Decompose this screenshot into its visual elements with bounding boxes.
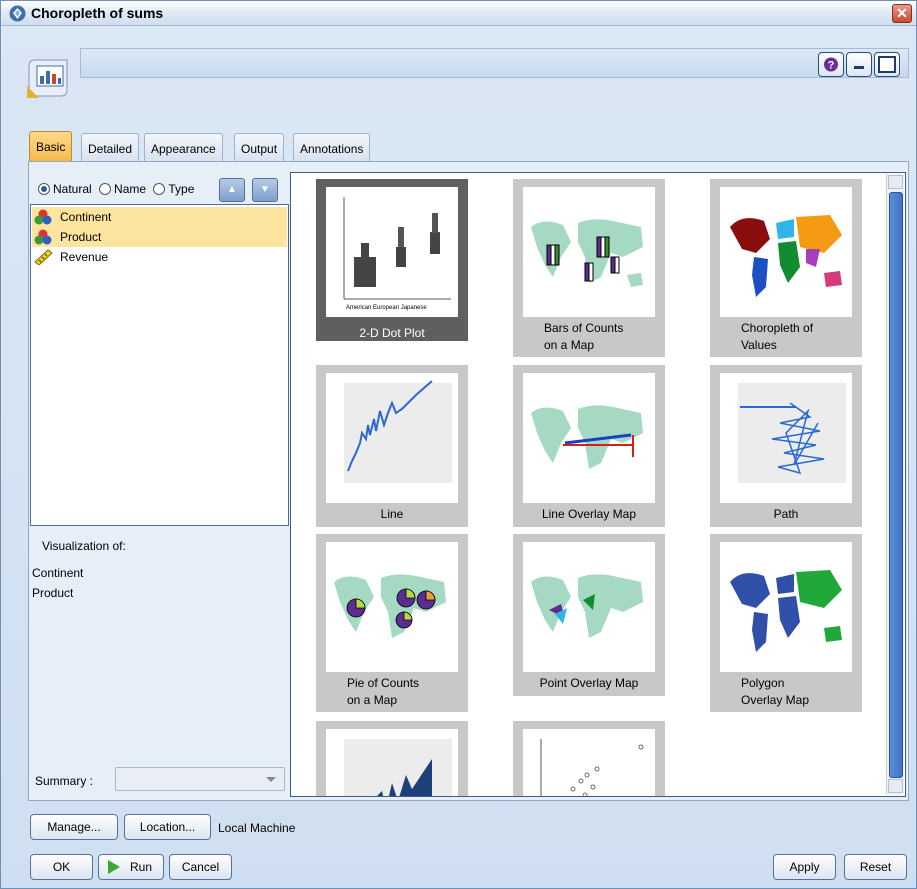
gallery-item-label: Choropleth of Values <box>741 321 814 352</box>
app-diamond-icon <box>9 5 26 22</box>
minimize-button[interactable] <box>846 52 872 77</box>
tab-output[interactable]: Output <box>234 133 285 161</box>
tab-annotations[interactable]: Annotations <box>293 133 371 161</box>
run-button[interactable]: Run <box>98 854 164 880</box>
tab-appearance[interactable]: Appearance <box>144 133 223 161</box>
gallery-item-area[interactable] <box>316 721 468 796</box>
visualization-gallery: American European Japanese 2-D Dot Plot … <box>290 172 906 797</box>
cancel-button[interactable]: Cancel <box>169 854 232 880</box>
help-button[interactable]: ? <box>818 52 844 77</box>
nominal-icon <box>34 209 52 225</box>
gallery-item-line[interactable]: Line <box>316 365 468 527</box>
nominal-icon <box>34 229 52 245</box>
gallery-item-label: 2-D Dot Plot <box>359 326 425 340</box>
dot-plot-thumbnail: American European Japanese <box>326 187 458 317</box>
area-chart-thumbnail <box>326 729 458 796</box>
gallery-item-point-overlay-map[interactable]: Point Overlay Map <box>513 534 665 696</box>
map-polygon-thumbnail <box>720 542 852 672</box>
scroll-up-arrow[interactable] <box>888 175 903 189</box>
sort-name-option[interactable]: Name <box>99 182 150 196</box>
play-icon <box>108 860 120 874</box>
gallery-item-path[interactable]: Path <box>710 365 862 527</box>
reset-button[interactable]: Reset <box>844 854 907 880</box>
radio-icon <box>99 183 112 195</box>
close-button[interactable]: ✕ <box>892 4 912 23</box>
sort-natural-option[interactable]: Natural <box>38 182 96 196</box>
scroll-down-arrow[interactable] <box>888 779 903 793</box>
svg-text:?: ? <box>828 60 835 72</box>
maximize-icon <box>878 56 896 73</box>
sort-type-option[interactable]: Type <box>153 182 198 196</box>
scroll-thumb[interactable] <box>889 192 903 778</box>
map-pie-thumbnail <box>326 542 458 672</box>
scatter-thumbnail <box>523 729 655 796</box>
gallery-item-label: Line Overlay Map <box>541 507 637 521</box>
gallery-scrollbar[interactable] <box>886 174 904 795</box>
radio-icon <box>38 183 50 195</box>
sort-options: Natural Name Type <box>38 182 198 200</box>
visualization-field: Product <box>32 586 74 600</box>
summary-dropdown[interactable] <box>115 767 285 791</box>
map-bars-thumbnail <box>523 187 655 317</box>
list-item[interactable]: Continent <box>32 207 287 227</box>
continuous-icon <box>34 249 53 265</box>
gallery-item-label: Point Overlay Map <box>539 676 639 690</box>
dialog-window: Choropleth of sums ✕ ? Basic Detailed Ap… <box>0 0 917 889</box>
gallery-item-2d-dot-plot[interactable]: American European Japanese 2-D Dot Plot <box>316 179 468 341</box>
gallery-item-label: Line <box>380 507 404 521</box>
sort-descending-button[interactable]: ▼ <box>252 178 278 202</box>
map-choropleth-thumbnail <box>720 187 852 317</box>
header-bar <box>80 48 909 78</box>
gallery-item-line-overlay-map[interactable]: Line Overlay Map <box>513 365 665 527</box>
summary-label: Summary : <box>35 774 94 788</box>
gallery-item-scatter[interactable] <box>513 721 665 796</box>
gallery-item-label: Path <box>773 507 799 521</box>
gallery-item-bars-of-counts-on-a-map[interactable]: Bars of Counts on a Map <box>513 179 665 357</box>
visualization-field: Continent <box>32 566 84 580</box>
list-item[interactable]: Revenue <box>32 247 287 267</box>
svg-text:American European Japanese: American European Japanese <box>346 305 427 311</box>
field-list: Continent Product Revenue <box>30 204 289 526</box>
map-line-thumbnail <box>523 373 655 503</box>
manage-button[interactable]: Manage... <box>30 814 118 840</box>
maximize-button[interactable] <box>874 52 900 77</box>
location-button[interactable]: Location... <box>124 814 211 840</box>
tab-basic[interactable]: Basic <box>29 131 73 161</box>
line-chart-thumbnail <box>326 373 458 503</box>
gallery-item-pie-of-counts-on-a-map[interactable]: Pie of Counts on a Map <box>316 534 468 712</box>
gallery-item-label: Pie of Counts on a Map <box>347 676 420 707</box>
map-point-thumbnail <box>523 542 655 672</box>
sort-ascending-button[interactable]: ▲ <box>219 178 245 202</box>
radio-icon <box>153 183 166 195</box>
field-panel: Natural Name Type ▲ ▼ Continent Product … <box>30 176 290 796</box>
graphboard-node-icon <box>27 59 68 98</box>
gallery-item-label: Polygon Overlay Map <box>741 676 810 707</box>
help-icon: ? <box>824 57 838 72</box>
title-bar: Choropleth of sums ✕ <box>1 1 916 26</box>
gallery-item-label: Bars of Counts on a Map <box>544 321 624 352</box>
apply-button[interactable]: Apply <box>773 854 836 880</box>
gallery-item-choropleth-of-values[interactable]: Choropleth of Values <box>710 179 862 357</box>
gallery-item-polygon-overlay-map[interactable]: Polygon Overlay Map <box>710 534 862 712</box>
visualization-of-label: Visualization of: <box>42 539 126 553</box>
path-chart-thumbnail <box>720 373 852 503</box>
list-item[interactable]: Product <box>32 227 287 247</box>
ok-button[interactable]: OK <box>30 854 93 880</box>
tab-detailed[interactable]: Detailed <box>81 133 140 161</box>
window-title: Choropleth of sums <box>31 5 164 21</box>
location-value: Local Machine <box>218 821 296 835</box>
minimize-icon <box>854 66 864 69</box>
